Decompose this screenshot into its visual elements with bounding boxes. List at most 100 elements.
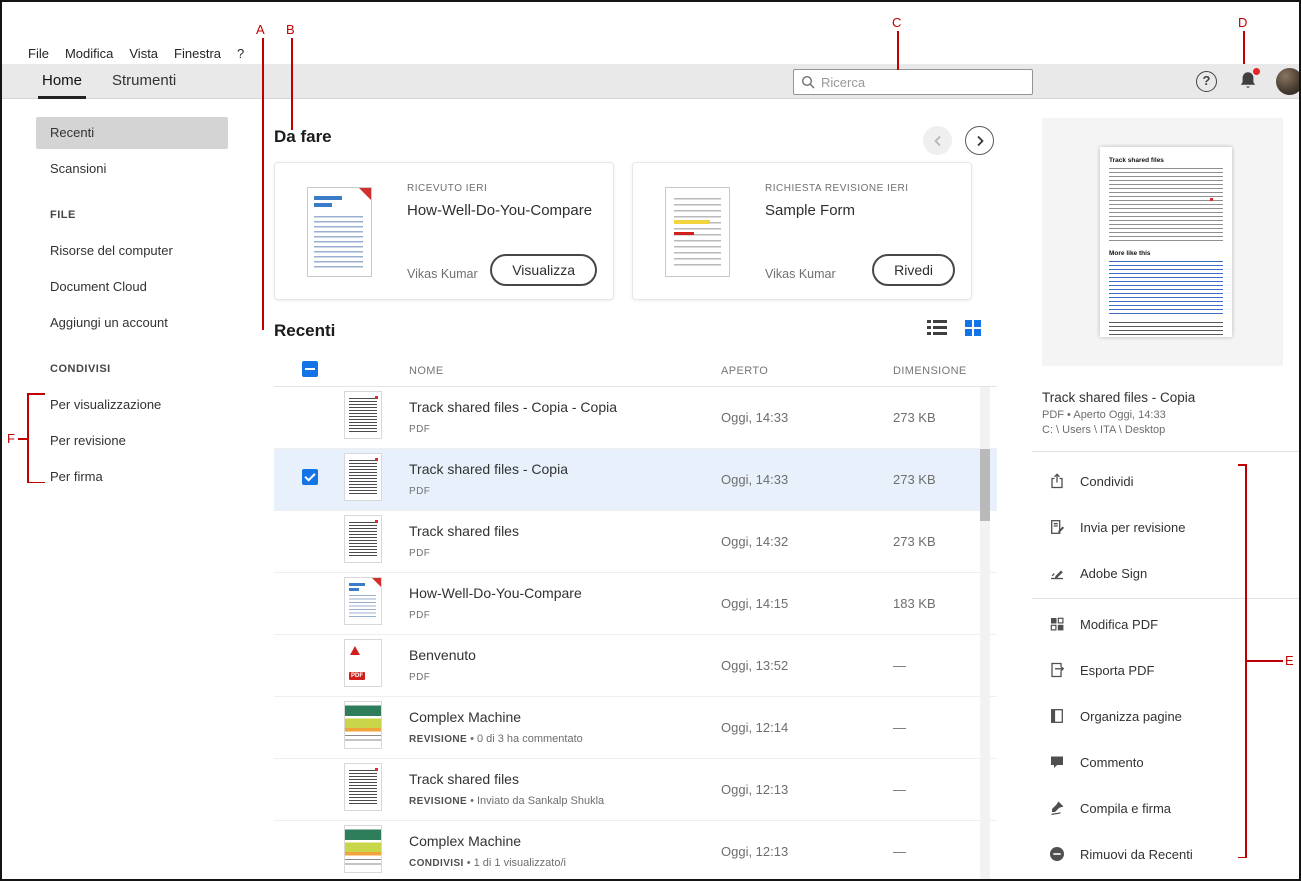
menu-finestra[interactable]: Finestra [174,46,221,61]
visualizza-button[interactable]: Visualizza [490,254,597,286]
sidebar-item-per-visualizzazione[interactable]: Per visualizzazione [36,389,228,421]
column-nome: NOME [409,364,444,377]
action-compila-e-firma[interactable]: Compila e firma [1032,785,1299,831]
preview-title: Track shared files [1109,157,1164,164]
sidebar-item-aggiungi-account[interactable]: Aggiungi un account [36,307,228,339]
action-invia-per-revisione[interactable]: Invia per revisione [1032,504,1299,550]
action-modifica-pdf[interactable]: Modifica PDF [1032,601,1299,647]
table-row[interactable]: Track shared files PDF Oggi, 14:32 273 K… [274,511,997,573]
sidebar-item-risorse-del-computer[interactable]: Risorse del computer [36,235,228,267]
pdf-file-icon [344,639,382,687]
menu-modifica[interactable]: Modifica [65,46,113,61]
sidebar-item-per-firma[interactable]: Per firma [36,461,228,493]
tab-strumenti[interactable]: Strumenti [108,64,180,99]
action-label: Commento [1080,754,1144,770]
menu-bar: File Modifica Vista Finestra ? [28,42,244,64]
menu-vista[interactable]: Vista [129,46,158,61]
todo-card[interactable]: RICHIESTA REVISIONE IERI Sample Form Vik… [632,162,972,300]
file-status: REVISIONE [409,795,468,807]
preview-page: Track shared files More like this [1100,147,1232,338]
action-condividi[interactable]: Condividi [1032,458,1299,504]
help-glyph: ? [1202,73,1211,88]
sidebar-item-per-revisione[interactable]: Per revisione [36,425,228,457]
search-box[interactable] [793,69,1033,95]
sidebar-item-document-cloud[interactable]: Document Cloud [36,271,228,303]
action-commento[interactable]: Commento [1032,739,1299,785]
column-dimensione: DIMENSIONE [893,364,967,377]
sidebar-item-recenti[interactable]: Recenti [36,117,228,149]
fill-sign-icon [1048,800,1065,816]
select-all-checkbox[interactable] [302,361,318,377]
notification-bell-icon[interactable] [1239,68,1260,92]
table-row[interactable]: How-Well-Do-You-Compare PDF Oggi, 14:15 … [274,573,997,635]
action-rimuovi-da-recenti[interactable]: Rimuovi da Recenti [1032,831,1299,877]
file-thumbnail [344,763,382,811]
file-name: Benvenuto [409,646,476,663]
todo-card[interactable]: RICEVUTO IERI How-Well-Do-You-Compare Vi… [274,162,614,300]
file-thumbnail [344,515,382,563]
carousel-next-button[interactable] [965,126,994,155]
list-view-icon[interactable] [927,319,947,337]
help-icon[interactable]: ? [1196,71,1217,92]
annotation-b-line [291,38,293,130]
main-content: Da fare RICEVUTO IERI How-Well-Do-You-Co… [267,99,998,879]
annotation-a-letter: A [256,22,265,37]
table-scrollbar[interactable] [980,387,990,879]
file-opened: Oggi, 14:33 [721,410,789,425]
table-header: NOME APERTO DIMENSIONE [274,355,997,387]
action-organizza-pagine[interactable]: Organizza pagine [1032,693,1299,739]
share-icon [1048,473,1065,489]
card-tag: RICEVUTO IERI [407,183,488,194]
table-row[interactable]: Track shared files - Copia - Copia PDF O… [274,387,997,449]
scrollbar-thumb[interactable] [980,449,990,521]
remove-icon [1048,846,1065,862]
column-aperto: APERTO [721,364,769,377]
file-opened: Oggi, 14:32 [721,534,789,549]
chevron-left-icon [933,135,941,146]
avatar[interactable] [1276,68,1299,95]
table-row[interactable]: Benvenuto PDF Oggi, 13:52 — [274,635,997,697]
card-title: Sample Form [765,202,856,219]
annotation-b-letter: B [286,22,295,37]
table-row-selected[interactable]: Track shared files - Copia PDF Oggi, 14:… [274,449,997,511]
file-status: CONDIVISI [409,857,464,869]
annotation-f-tick-top [27,393,45,395]
row-checkbox[interactable] [302,469,318,485]
comment-icon [1048,754,1065,770]
search-input[interactable] [821,74,1025,90]
grid-view-icon[interactable] [965,320,981,336]
annotation-d-line [1243,31,1245,64]
action-esporta-pdf[interactable]: Esporta PDF [1032,647,1299,693]
preview-text-lines [1109,168,1223,244]
file-thumbnail [344,577,382,625]
export-pdf-icon [1048,662,1065,678]
file-opened: Oggi, 14:15 [721,596,789,611]
carousel-prev-button[interactable] [923,126,952,155]
file-name: Complex Machine [409,708,522,725]
sidebar-item-scansioni[interactable]: Scansioni [36,153,228,185]
file-name: Track shared files [409,770,519,787]
action-label: Compila e firma [1080,800,1172,816]
file-type: PDF [409,485,431,497]
sidebar-section-condivisi: CONDIVISI [50,363,111,375]
detail-file-name: Track shared files - Copia [1042,390,1196,405]
tab-home[interactable]: Home [38,64,87,99]
table-row[interactable]: Complex Machine REVISIONE • 0 di 3 ha com… [274,697,997,759]
recent-files-table: NOME APERTO DIMENSIONE Track shared file… [274,355,997,879]
file-thumbnail [344,701,382,749]
menu-file[interactable]: File [28,46,49,61]
file-opened: Oggi, 14:33 [721,472,789,487]
file-type: PDF [409,547,431,559]
detail-panel: Track shared files More like this Track … [1032,99,1299,879]
file-name: Track shared files - Copia [409,460,568,477]
annotation-e-connector [1245,660,1283,662]
detail-file-meta: PDF • Aperto Oggi, 14:33 [1042,409,1166,421]
table-row[interactable]: Complex Machine CONDIVISI • 1 di 1 visual… [274,821,997,879]
menu-help[interactable]: ? [237,46,244,61]
table-row[interactable]: Track shared files REVISIONE • Inviato da… [274,759,997,821]
file-name: Track shared files [409,522,519,539]
rivedi-button[interactable]: Rivedi [872,254,955,286]
annotation-e-tick-top [1238,464,1246,466]
action-adobe-sign[interactable]: Adobe Sign [1032,550,1299,596]
action-label: Adobe Sign [1080,565,1148,581]
